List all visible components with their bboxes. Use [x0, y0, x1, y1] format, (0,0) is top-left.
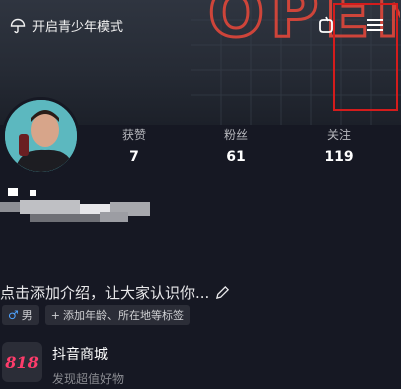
- add-tags-button[interactable]: + 添加年龄、所在地等标签: [44, 305, 190, 325]
- stat-following-label: 关注: [326, 128, 351, 142]
- profile-tags: ♂ 男 + 添加年龄、所在地等标签: [2, 305, 190, 325]
- blurred-username: [0, 188, 180, 228]
- highlight-annotation-box: [333, 3, 398, 111]
- stat-followers-value: 61: [226, 149, 246, 165]
- add-intro-button[interactable]: 点击添加介绍，让大家认识你...: [0, 282, 230, 303]
- stat-following[interactable]: 关注 119: [309, 126, 369, 165]
- edit-pencil-icon: [216, 285, 230, 300]
- stat-followers[interactable]: 粉丝 61: [206, 126, 266, 165]
- mall-logo-text: 818: [5, 352, 39, 372]
- douyin-mall-entry[interactable]: 818 抖音商城 发现超值好物: [2, 342, 124, 387]
- plus-icon: +: [50, 308, 60, 322]
- gender-label: 男: [21, 309, 33, 322]
- add-tags-label: 添加年龄、所在地等标签: [62, 309, 184, 322]
- stat-likes-value: 7: [129, 149, 139, 165]
- intro-placeholder: 点击添加介绍，让大家认识你...: [0, 284, 210, 302]
- stat-followers-label: 粉丝: [223, 128, 248, 142]
- umbrella-icon: [10, 18, 26, 33]
- teen-mode-label: 开启青少年模式: [32, 20, 124, 35]
- stat-following-value: 119: [324, 149, 354, 165]
- mall-title: 抖音商城: [52, 347, 108, 363]
- avatar[interactable]: [2, 97, 80, 175]
- stat-likes[interactable]: 获赞 7: [104, 126, 164, 165]
- avatar-photo: [5, 100, 77, 172]
- mall-logo-icon: 818: [2, 342, 42, 382]
- stat-likes-label: 获赞: [121, 128, 146, 142]
- male-icon: ♂: [8, 308, 19, 322]
- gender-tag[interactable]: ♂ 男: [2, 305, 39, 325]
- mall-subtitle: 发现超值好物: [52, 372, 125, 386]
- teen-mode-toggle[interactable]: 开启青少年模式: [10, 16, 123, 35]
